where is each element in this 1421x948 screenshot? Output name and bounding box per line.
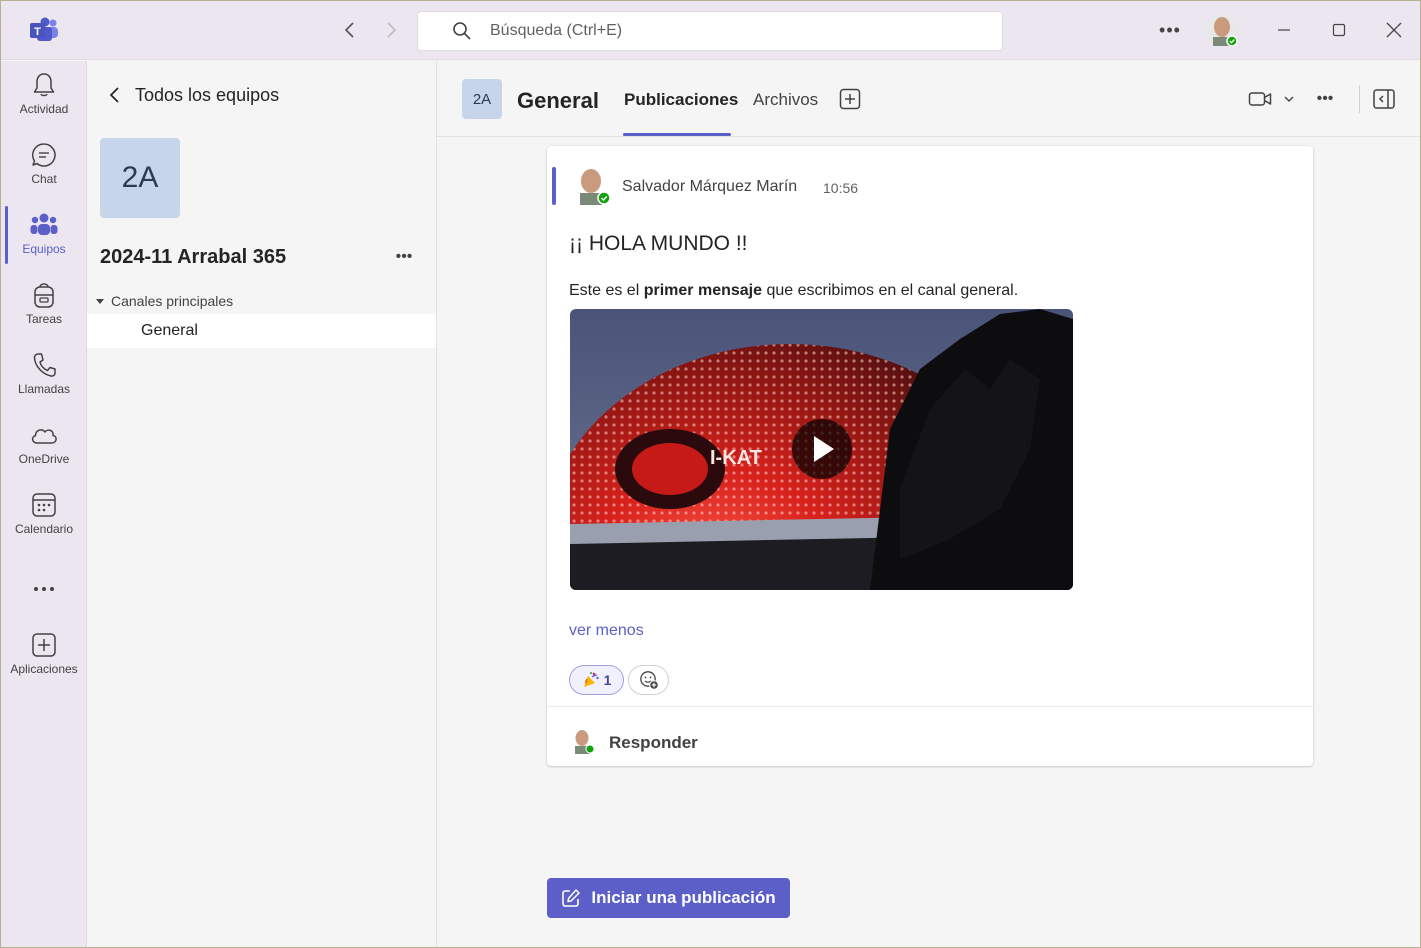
close-icon xyxy=(1386,22,1402,38)
post-body-suffix: que escribimos en el canal general. xyxy=(766,282,1019,299)
title-bar: T ••• xyxy=(1,1,1420,60)
teams-icon xyxy=(30,211,58,239)
search-box[interactable] xyxy=(417,11,1003,51)
header-divider xyxy=(1359,85,1360,113)
rail-item-tareas[interactable]: Tareas xyxy=(1,273,87,337)
calendar-icon xyxy=(30,491,58,519)
team-more-options-button[interactable]: ••• xyxy=(392,247,416,267)
rail-item-equipos[interactable]: Equipos xyxy=(1,203,87,267)
post-accent-bar xyxy=(552,167,556,205)
svg-text:I-KAT: I-KAT xyxy=(710,447,762,469)
minimize-button[interactable] xyxy=(1269,15,1299,45)
maximize-button[interactable] xyxy=(1324,15,1354,45)
rail-label: Tareas xyxy=(25,312,63,326)
channel-more-options-button[interactable]: ••• xyxy=(1313,89,1337,109)
rail-item-calendario[interactable]: Calendario xyxy=(1,483,87,547)
party-popper-icon xyxy=(583,672,599,687)
chat-icon xyxy=(30,141,58,169)
all-teams-back-link[interactable]: Todos los equipos xyxy=(105,83,279,107)
rail-label: Equipos xyxy=(22,242,66,256)
post-subject: ¡¡ HOLA MUNDO !! xyxy=(569,232,748,255)
phone-icon xyxy=(30,351,58,379)
search-icon xyxy=(453,22,471,40)
rail-item-onedrive[interactable]: OneDrive xyxy=(1,413,87,477)
svg-text:T: T xyxy=(34,26,41,38)
post-body-bold: primer mensaje xyxy=(643,282,762,299)
forward-arrow-button[interactable] xyxy=(380,19,402,41)
add-app-icon xyxy=(30,631,58,659)
minimize-icon xyxy=(1278,29,1290,31)
back-arrow-button[interactable] xyxy=(339,19,361,41)
chevron-down-icon[interactable] xyxy=(1282,92,1296,106)
channel-team-avatar: 2A xyxy=(462,79,502,119)
bell-icon xyxy=(30,71,58,99)
settings-more-button[interactable]: ••• xyxy=(1157,19,1183,41)
compose-icon xyxy=(562,889,581,907)
teams-logo-icon: T xyxy=(30,17,58,41)
channel-label: General xyxy=(141,322,198,339)
start-post-label: Iniciar una publicación xyxy=(591,888,776,907)
user-avatar[interactable] xyxy=(1206,14,1238,46)
see-less-link[interactable]: ver menos xyxy=(569,622,644,640)
caret-down-icon xyxy=(96,299,104,304)
add-tab-icon[interactable] xyxy=(839,88,861,110)
reply-divider xyxy=(547,706,1313,707)
post-body: Este es el primer mensaje que escribimos… xyxy=(569,282,1018,300)
post-timestamp: 10:56 xyxy=(823,180,859,196)
chevron-right-icon xyxy=(387,22,397,38)
app-rail: Actividad Chat Equipos Tareas Llamadas O… xyxy=(1,61,87,947)
video-thumbnail[interactable]: I-KAT xyxy=(570,309,1073,590)
cloud-icon xyxy=(30,421,58,449)
channel-main: 2A General Publicaciones Archivos ••• Sa… xyxy=(437,61,1420,947)
channel-item-general[interactable]: General xyxy=(87,314,436,348)
rail-label: Calendario xyxy=(14,522,74,536)
reply-button[interactable]: Responder xyxy=(609,733,698,753)
channel-title: General xyxy=(517,88,599,113)
author-avatar[interactable] xyxy=(573,165,611,205)
current-user-avatar xyxy=(575,730,595,754)
video-frame-image: I-KAT xyxy=(570,309,1073,590)
rail-item-actividad[interactable]: Actividad xyxy=(1,63,87,127)
add-reaction-button[interactable] xyxy=(628,665,669,695)
channel-header: 2A General Publicaciones Archivos ••• xyxy=(437,61,1420,137)
rail-more-button[interactable] xyxy=(1,567,87,603)
all-teams-label: Todos los equipos xyxy=(135,84,280,105)
video-camera-icon[interactable] xyxy=(1248,88,1272,110)
post-author[interactable]: Salvador Márquez Marín xyxy=(622,178,797,196)
start-post-button[interactable]: Iniciar una publicación xyxy=(547,878,790,918)
post-body-prefix: Este es el xyxy=(569,282,640,299)
close-button[interactable] xyxy=(1379,15,1409,45)
rail-label: Chat xyxy=(31,172,57,186)
section-label: Canales principales xyxy=(111,293,234,309)
tab-publicaciones[interactable]: Publicaciones xyxy=(624,90,738,110)
maximize-icon xyxy=(1332,23,1346,37)
tab-archivos[interactable]: Archivos xyxy=(753,90,818,110)
team-avatar: 2A xyxy=(100,138,180,218)
post-card: Salvador Márquez Marín 10:56 ¡¡ HOLA MUN… xyxy=(547,146,1313,766)
rail-label: Llamadas xyxy=(17,382,71,396)
reaction-party-button[interactable]: 1 xyxy=(569,665,624,695)
teams-window: T ••• xyxy=(0,0,1421,948)
rail-item-aplicaciones[interactable]: Aplicaciones xyxy=(1,623,87,687)
rail-label: Actividad xyxy=(19,102,69,116)
active-tab-indicator xyxy=(623,133,731,136)
more-horizontal-icon xyxy=(30,575,58,603)
team-name: 2024-11 Arrabal 365 xyxy=(100,246,287,268)
chevron-left-icon xyxy=(109,87,119,103)
rail-label: Aplicaciones xyxy=(10,662,78,676)
rail-label: OneDrive xyxy=(18,452,70,466)
rail-item-chat[interactable]: Chat xyxy=(1,133,87,197)
rail-item-llamadas[interactable]: Llamadas xyxy=(1,343,87,407)
backpack-icon xyxy=(30,281,58,309)
channels-section-toggle[interactable]: Canales principales xyxy=(95,293,233,309)
team-panel: Todos los equipos 2A 2024-11 Arrabal 365… xyxy=(87,61,437,947)
add-emoji-icon xyxy=(639,671,659,690)
chevron-left-icon xyxy=(344,22,354,38)
side-panel-icon[interactable] xyxy=(1372,88,1396,110)
reaction-count: 1 xyxy=(603,672,612,688)
search-input[interactable] xyxy=(490,22,970,40)
